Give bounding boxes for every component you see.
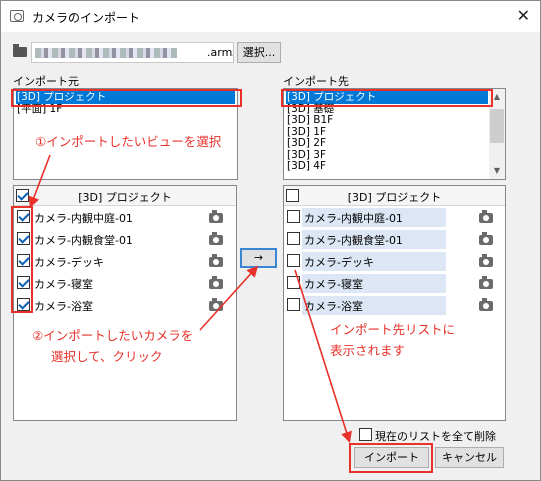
- select-file-button[interactable]: 選択...: [237, 42, 281, 63]
- transfer-button[interactable]: →: [240, 248, 277, 268]
- source-camera-checkbox[interactable]: [17, 254, 30, 267]
- camera-icon[interactable]: [479, 210, 493, 223]
- camera-icon[interactable]: [209, 276, 223, 289]
- scroll-down-icon[interactable]: ▼: [489, 163, 505, 179]
- source-view-item[interactable]: [平面] 1F: [16, 103, 235, 116]
- target-camera-row[interactable]: カメラ-寝室: [284, 272, 505, 294]
- import-button[interactable]: インポート: [354, 447, 429, 468]
- camera-icon[interactable]: [479, 254, 493, 267]
- target-camera-checkbox[interactable]: [287, 254, 300, 267]
- delete-all-checkbox[interactable]: [359, 428, 372, 441]
- annotation-step1: ①インポートしたいビューを選択: [35, 134, 222, 149]
- blurred-path: [35, 48, 177, 58]
- source-camera-checkbox[interactable]: [17, 232, 30, 245]
- target-camera-row[interactable]: カメラ-内観中庭-01: [284, 206, 505, 228]
- camera-icon[interactable]: [209, 298, 223, 311]
- camera-icon[interactable]: [209, 232, 223, 245]
- window-title: カメラのインポート: [32, 11, 141, 25]
- target-header-title: [3D] プロジェクト: [347, 191, 442, 204]
- scrollbar-thumb[interactable]: [490, 109, 504, 143]
- folder-icon: [13, 44, 27, 57]
- target-camera-label: カメラ-内観中庭-01: [304, 212, 403, 225]
- target-camera-checkbox[interactable]: [287, 276, 300, 289]
- file-extension: .armz: [207, 46, 233, 59]
- source-camera-row[interactable]: カメラ-デッキ: [14, 250, 236, 272]
- target-panel-header: [3D] プロジェクト: [284, 186, 505, 206]
- camera-app-icon: [10, 10, 24, 22]
- scroll-up-icon[interactable]: ▲: [489, 89, 505, 105]
- target-label: インポート先: [283, 75, 349, 88]
- target-camera-label: カメラ-浴室: [304, 300, 363, 313]
- cancel-button[interactable]: キャンセル: [435, 447, 504, 468]
- target-camera-label: カメラ-寝室: [304, 278, 363, 291]
- target-camera-row[interactable]: カメラ-浴室: [284, 294, 505, 316]
- source-camera-label: カメラ-浴室: [34, 300, 93, 313]
- source-camera-label: カメラ-内観中庭-01: [34, 212, 133, 225]
- source-camera-label: カメラ-デッキ: [34, 256, 104, 269]
- target-camera-label: カメラ-デッキ: [304, 256, 374, 269]
- annotation-step2-line1: ②インポートしたいカメラを: [32, 328, 194, 343]
- target-camera-checkbox[interactable]: [287, 210, 300, 223]
- source-camera-label: カメラ-内観食堂-01: [34, 234, 133, 247]
- target-camera-panel: [3D] プロジェクト カメラ-内観中庭-01 カメラ-内観食堂-01 カメラ-デッ…: [283, 185, 506, 421]
- target-camera-row[interactable]: カメラ-デッキ: [284, 250, 505, 272]
- scrollbar-track[interactable]: [489, 105, 505, 163]
- source-camera-label: カメラ-寝室: [34, 278, 93, 291]
- source-panel-header: [3D] プロジェクト: [14, 186, 236, 206]
- title-bar: カメラのインポート ✕: [1, 1, 540, 32]
- camera-icon[interactable]: [209, 210, 223, 223]
- file-path-field[interactable]: .armz: [31, 42, 234, 63]
- close-icon[interactable]: ✕: [517, 6, 530, 25]
- source-camera-row[interactable]: カメラ-内観中庭-01: [14, 206, 236, 228]
- annotation-result-line1: インポート先リストに: [330, 322, 456, 337]
- target-view-item[interactable]: [3D] 4F: [286, 160, 488, 173]
- annotation-result-line2: 表示されます: [330, 343, 406, 358]
- target-camera-checkbox[interactable]: [287, 298, 300, 311]
- source-camera-checkbox[interactable]: [17, 298, 30, 311]
- source-camera-row[interactable]: カメラ-寝室: [14, 272, 236, 294]
- camera-icon[interactable]: [479, 232, 493, 245]
- source-camera-row[interactable]: カメラ-浴室: [14, 294, 236, 316]
- source-camera-checkbox[interactable]: [17, 276, 30, 289]
- target-camera-row[interactable]: カメラ-内観食堂-01: [284, 228, 505, 250]
- target-view-list[interactable]: ▲ ▼ [3D] プロジェクト [3D] 基礎 [3D] B1F [3D] 1F [3D…: [283, 88, 506, 180]
- source-header-title: [3D] プロジェクト: [78, 191, 172, 204]
- target-camera-checkbox[interactable]: [287, 232, 300, 245]
- source-camera-row[interactable]: カメラ-内観食堂-01: [14, 228, 236, 250]
- delete-all-label: 現在のリストを全て削除: [375, 430, 496, 443]
- source-camera-panel: [3D] プロジェクト カメラ-内観中庭-01 カメラ-内観食堂-01 カメラ-デッ…: [13, 185, 237, 421]
- camera-icon[interactable]: [479, 276, 493, 289]
- source-camera-checkbox[interactable]: [17, 210, 30, 223]
- target-camera-label: カメラ-内観食堂-01: [304, 234, 403, 247]
- camera-icon[interactable]: [479, 298, 493, 311]
- camera-icon[interactable]: [209, 254, 223, 267]
- annotation-step2-line2: 選択して、クリック: [51, 349, 163, 364]
- source-label: インポート元: [13, 75, 79, 88]
